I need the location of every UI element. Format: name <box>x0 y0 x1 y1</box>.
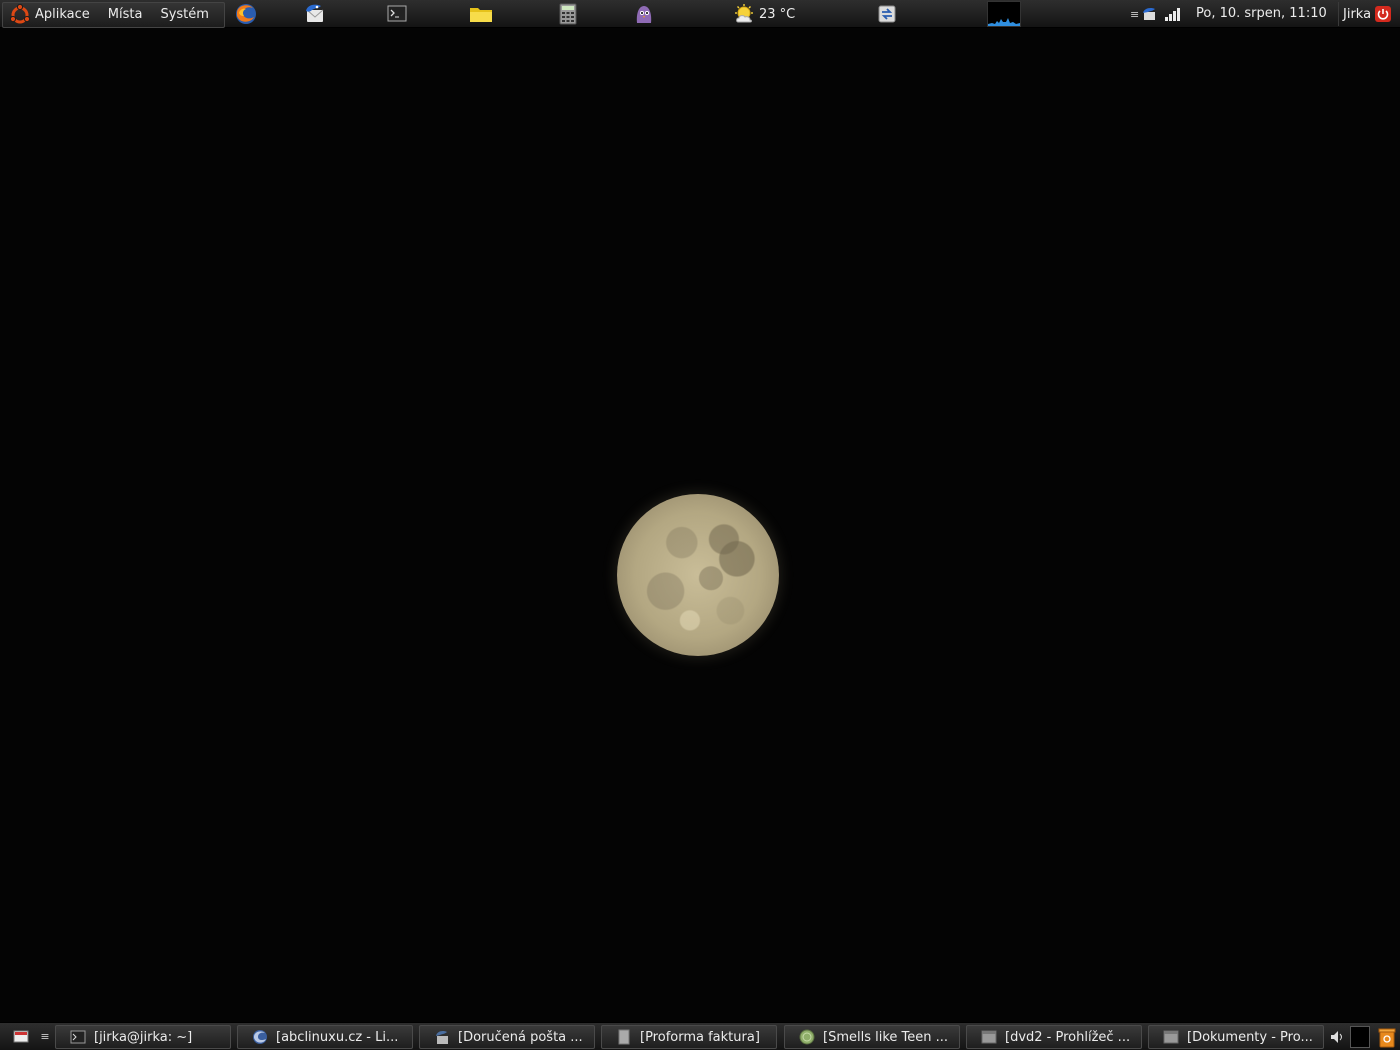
task-label: [jirka@jirka: ~] <box>94 1029 193 1045</box>
terminal-icon <box>387 5 407 22</box>
weather-applet[interactable]: 23 °C <box>733 2 795 26</box>
switch-user-launcher[interactable] <box>874 2 900 26</box>
task-label: [Doručená pošta ... <box>458 1029 583 1045</box>
task-file-viewer-documents[interactable]: [Dokumenty - Pro... <box>1148 1025 1324 1049</box>
sun-cloud-icon <box>735 4 753 23</box>
switch-icon <box>878 5 896 23</box>
menu-applications[interactable]: Aplikace <box>31 3 99 27</box>
document-icon <box>616 1029 632 1045</box>
system-monitor-graph[interactable] <box>987 1 1021 27</box>
bottom-panel: ≡ [jirka@jirka: ~] [abclinuxu.cz - Li...… <box>0 1022 1400 1050</box>
menu-system[interactable]: Systém <box>151 3 217 27</box>
calculator-launcher[interactable] <box>555 2 581 26</box>
task-label: [dvd2 - Prohlížeč ... <box>1005 1029 1131 1045</box>
task-label: [Proforma faktura] <box>640 1029 760 1045</box>
moon-wallpaper <box>617 494 779 656</box>
task-label: [Smells like Teen ... <box>823 1029 949 1045</box>
task-thunderbird[interactable]: [Doručená pošta ... <box>419 1025 595 1049</box>
thunderbird-icon <box>306 4 324 22</box>
power-icon[interactable] <box>1375 6 1392 22</box>
firefox-icon <box>252 1029 268 1045</box>
notification-area: ≡ <box>1130 2 1182 26</box>
folder-icon <box>470 8 492 22</box>
file-manager-icon <box>981 1029 997 1045</box>
task-firefox[interactable]: [abclinuxu.cz - Li... <box>237 1025 413 1049</box>
volume-icon[interactable] <box>1329 1027 1345 1047</box>
task-music-player[interactable]: [Smells like Teen ... <box>784 1025 960 1049</box>
task-file-viewer-dvd2[interactable]: [dvd2 - Prohlížeč ... <box>966 1025 1142 1049</box>
show-desktop-icon <box>13 1030 29 1043</box>
task-terminal[interactable]: [jirka@jirka: ~] <box>55 1025 231 1049</box>
network-signal-icon[interactable] <box>1164 6 1182 22</box>
top-panel: Aplikace Místa Systém 23 °C ≡ Po, 10. sr… <box>0 0 1400 28</box>
calculator-icon <box>559 3 577 25</box>
music-player-icon <box>799 1029 815 1045</box>
task-label: [Dokumenty - Pro... <box>1187 1029 1313 1045</box>
taskbar-handle[interactable]: ≡ <box>40 1026 50 1048</box>
pidgin-launcher[interactable] <box>631 2 657 26</box>
pidgin-icon <box>636 6 652 23</box>
show-desktop-button[interactable] <box>4 1026 38 1048</box>
file-browser-launcher[interactable] <box>468 2 494 26</box>
task-proforma[interactable]: [Proforma faktura] <box>601 1025 777 1049</box>
mail-notification-icon[interactable] <box>1142 6 1158 22</box>
ubuntu-logo-icon <box>9 3 31 26</box>
clock[interactable]: Po, 10. srpen, 11:10 <box>1188 0 1335 28</box>
task-label: [abclinuxu.cz - Li... <box>276 1029 399 1045</box>
user-name: Jirka <box>1343 6 1372 22</box>
terminal-icon <box>70 1029 86 1045</box>
handle-icon: ≡ <box>1130 7 1140 21</box>
trash-icon[interactable] <box>1376 1025 1398 1049</box>
terminal-launcher[interactable] <box>384 2 410 26</box>
thunderbird-icon <box>434 1029 450 1045</box>
workspace-switcher[interactable] <box>1350 1026 1370 1048</box>
main-menu-bar: Aplikace Místa Systém <box>2 2 225 28</box>
firefox-icon <box>236 4 256 24</box>
thunderbird-launcher[interactable] <box>302 2 328 26</box>
weather-temperature: 23 °C <box>759 6 796 22</box>
file-manager-icon <box>1163 1029 1179 1045</box>
user-switcher[interactable]: Jirka <box>1338 2 1392 26</box>
menu-places[interactable]: Místa <box>99 3 152 27</box>
firefox-launcher[interactable] <box>233 2 259 26</box>
